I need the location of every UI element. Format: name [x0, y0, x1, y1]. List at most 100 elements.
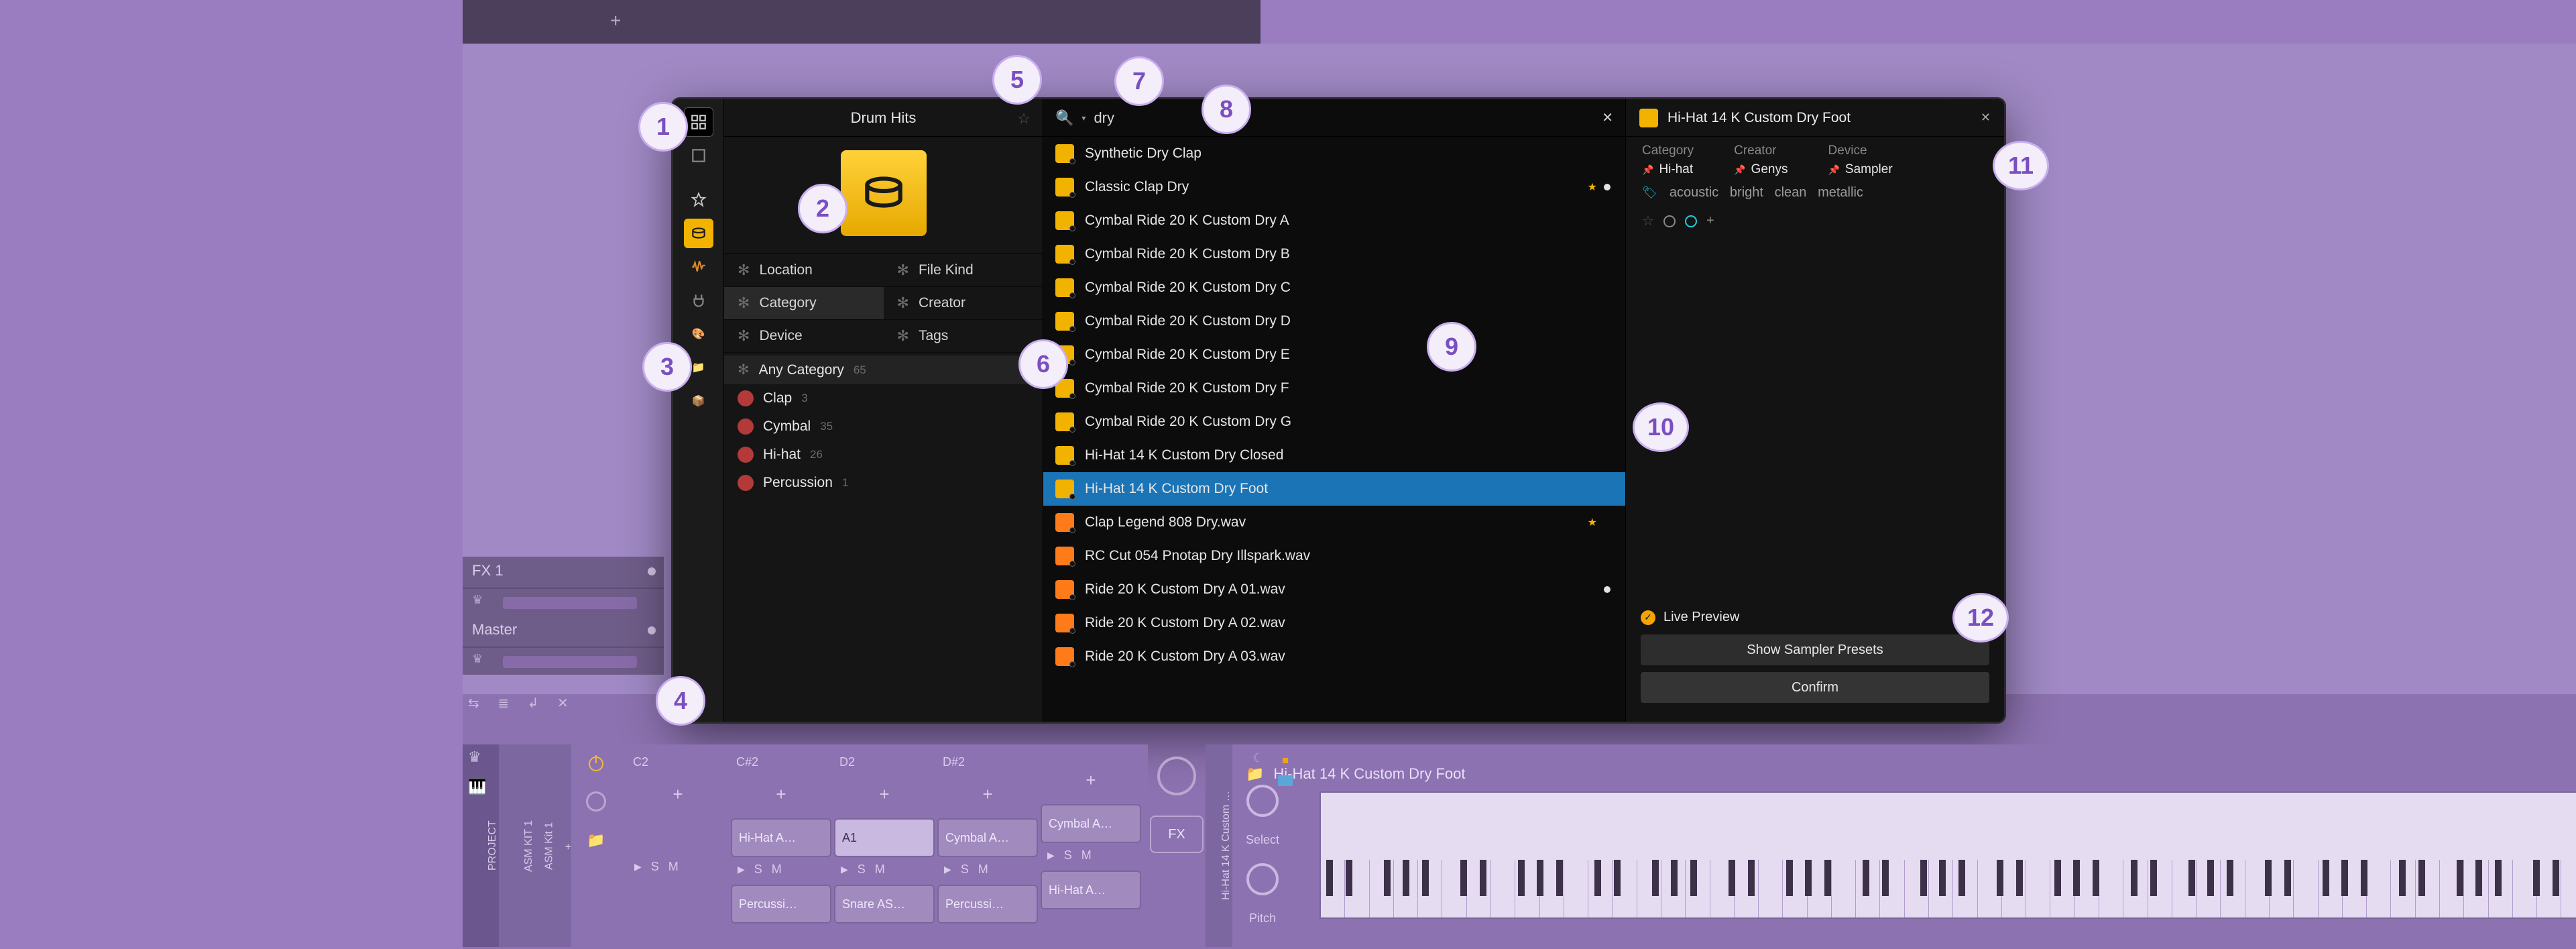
- result-row[interactable]: RC Cut 054 Pnotap Dry Illspark.wav: [1043, 539, 1625, 573]
- pad-add[interactable]: +: [1041, 759, 1141, 801]
- result-row[interactable]: Hi-Hat 14 K Custom Dry Closed: [1043, 439, 1625, 472]
- result-row[interactable]: Cymbal Ride 20 K Custom Dry A: [1043, 204, 1625, 237]
- tag[interactable]: clean: [1775, 185, 1807, 200]
- piano-icon[interactable]: 🎹: [468, 778, 486, 795]
- search-icon[interactable]: 🔍: [1055, 109, 1073, 127]
- vstrip-asmkit2[interactable]: ASM Kit 1+: [535, 744, 571, 947]
- filter-category[interactable]: ✻Category: [724, 287, 884, 320]
- result-row[interactable]: Hi-Hat 14 K Custom Dry Foot: [1043, 472, 1625, 506]
- mute-button[interactable]: M: [668, 860, 679, 874]
- folder-icon[interactable]: [1278, 775, 1293, 786]
- pitch-knob[interactable]: [1246, 863, 1279, 895]
- folder-icon[interactable]: 📁: [587, 832, 605, 849]
- color-grey[interactable]: [1663, 215, 1676, 227]
- crown-icon[interactable]: ♛: [468, 748, 486, 766]
- solo-button[interactable]: S: [1064, 848, 1072, 862]
- result-row[interactable]: Cymbal Ride 20 K Custom Dry G: [1043, 405, 1625, 439]
- filter-tags[interactable]: ✻Tags: [884, 320, 1043, 353]
- list-icon[interactable]: ≣: [497, 696, 516, 711]
- filter-creator[interactable]: ✻Creator: [884, 287, 1043, 320]
- volume-knob[interactable]: [1157, 757, 1196, 795]
- mute-button[interactable]: M: [1081, 848, 1092, 862]
- pin-icon[interactable]: 📌: [1734, 164, 1745, 176]
- search-input[interactable]: [1094, 109, 1594, 127]
- rail-plug-icon[interactable]: [684, 286, 713, 315]
- result-row[interactable]: Cymbal Ride 20 K Custom Dry B: [1043, 237, 1625, 271]
- pad-add[interactable]: +: [937, 773, 1038, 816]
- results-list[interactable]: Synthetic Dry ClapClassic Clap Dry★Cymba…: [1043, 137, 1625, 722]
- result-row[interactable]: Cymbal Ride 20 K Custom Dry C: [1043, 271, 1625, 304]
- live-preview-row[interactable]: ✓Live Preview: [1641, 610, 1989, 625]
- clear-search-icon[interactable]: ✕: [1602, 109, 1613, 126]
- solo-button[interactable]: S: [651, 860, 659, 874]
- pad-cell[interactable]: Hi-Hat A…: [731, 818, 831, 857]
- add-tab-button[interactable]: +: [610, 10, 621, 32]
- mute-button[interactable]: M: [978, 862, 988, 877]
- category-row[interactable]: Percussion1: [724, 469, 1043, 497]
- close-icon[interactable]: ✕: [557, 696, 575, 711]
- tag[interactable]: metallic: [1818, 185, 1863, 200]
- power-icon[interactable]: [589, 757, 603, 771]
- result-row[interactable]: Clap Legend 808 Dry.wav★: [1043, 506, 1625, 539]
- pad-cell[interactable]: Cymbal A…: [1041, 804, 1141, 843]
- rail-palette-icon[interactable]: 🎨: [684, 319, 713, 349]
- vstrip-sample[interactable]: Hi-Hat 14 K Custom …: [1206, 744, 1232, 947]
- color-cyan[interactable]: [1685, 215, 1697, 227]
- rail-package-icon[interactable]: 📦: [684, 386, 713, 416]
- solo-button[interactable]: S: [858, 862, 866, 877]
- confirm-button[interactable]: Confirm: [1641, 672, 1989, 703]
- moon-icon[interactable]: ☾: [1252, 751, 1263, 765]
- pad-cell[interactable]: Cymbal A…: [937, 818, 1038, 857]
- filter-filekind[interactable]: ✻File Kind: [884, 254, 1043, 287]
- mixer-fx1[interactable]: FX 1: [463, 557, 664, 589]
- category-any[interactable]: ✻Any Category65: [724, 355, 1043, 384]
- select-knob[interactable]: [1246, 785, 1279, 817]
- star-icon[interactable]: ☆: [1642, 213, 1654, 229]
- pad-add[interactable]: +: [731, 773, 831, 816]
- rail-grid-icon[interactable]: [684, 107, 713, 137]
- add-color-icon[interactable]: +: [1706, 213, 1714, 229]
- vstrip-asmkit[interactable]: ASM KIT 1: [499, 744, 535, 947]
- pin-icon[interactable]: 📌: [1828, 164, 1839, 176]
- mute-button[interactable]: M: [772, 862, 782, 877]
- keyboard[interactable]: [1320, 791, 2576, 919]
- mute-button[interactable]: M: [875, 862, 885, 877]
- favorite-icon[interactable]: ☆: [1017, 110, 1031, 127]
- result-row[interactable]: Cymbal Ride 20 K Custom Dry E: [1043, 338, 1625, 372]
- marker-icon[interactable]: [1283, 758, 1288, 763]
- result-row[interactable]: Ride 20 K Custom Dry A 01.wav: [1043, 573, 1625, 606]
- result-row[interactable]: Classic Clap Dry★: [1043, 170, 1625, 204]
- pin-icon[interactable]: 📌: [1642, 164, 1653, 176]
- solo-button[interactable]: S: [754, 862, 762, 877]
- solo-button[interactable]: S: [961, 862, 969, 877]
- snap-icon[interactable]: ↲: [528, 696, 546, 711]
- tag[interactable]: acoustic: [1670, 185, 1718, 200]
- search-dropdown-icon[interactable]: ▾: [1081, 113, 1086, 123]
- result-row[interactable]: Cymbal Ride 20 K Custom Dry D: [1043, 304, 1625, 338]
- mixer-master[interactable]: Master: [463, 616, 664, 648]
- pad-cell[interactable]: Percussi…: [937, 885, 1038, 924]
- close-icon[interactable]: ✕: [1981, 111, 1991, 125]
- tag[interactable]: bright: [1730, 185, 1763, 200]
- pad-cell[interactable]: Snare AS…: [834, 885, 935, 924]
- filter-location[interactable]: ✻Location: [724, 254, 884, 287]
- rail-wave-icon[interactable]: [684, 252, 713, 282]
- play-icon[interactable]: ▶: [738, 864, 745, 875]
- show-sampler-presets-button[interactable]: Show Sampler Presets: [1641, 634, 1989, 665]
- pad-cell[interactable]: A1: [834, 818, 935, 857]
- settings-icon[interactable]: ⇆: [468, 696, 486, 711]
- folder-icon[interactable]: 📁: [1246, 765, 1264, 783]
- play-icon[interactable]: ▶: [1047, 850, 1055, 861]
- category-row[interactable]: Hi-hat26: [724, 441, 1043, 469]
- pad-cell[interactable]: Percussi…: [731, 885, 831, 924]
- gain-knob[interactable]: [586, 791, 606, 812]
- pad-cell[interactable]: Hi-Hat A…: [1041, 871, 1141, 909]
- category-row[interactable]: Cymbal35: [724, 412, 1043, 441]
- result-row[interactable]: Ride 20 K Custom Dry A 02.wav: [1043, 606, 1625, 640]
- result-row[interactable]: Ride 20 K Custom Dry A 03.wav: [1043, 640, 1625, 673]
- rail-drum-icon[interactable]: [684, 219, 713, 248]
- rail-star-icon[interactable]: [684, 185, 713, 215]
- fx-slot[interactable]: FX: [1150, 816, 1204, 853]
- play-icon[interactable]: ▶: [841, 864, 848, 875]
- filter-device[interactable]: ✻Device: [724, 320, 884, 353]
